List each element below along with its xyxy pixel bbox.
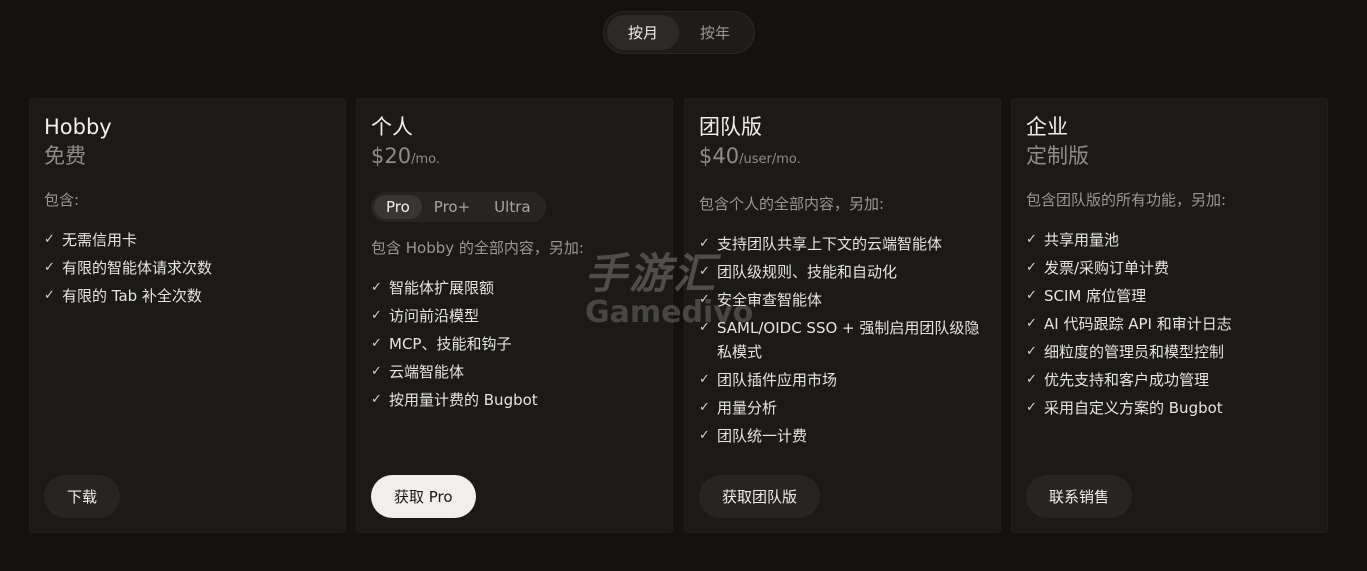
feature-item: ✓ MCP、技能和钩子	[371, 332, 658, 356]
check-icon: ✓	[699, 400, 710, 415]
feature-item: ✓ 支持团队共享上下文的云端智能体	[699, 232, 986, 256]
feature-item: ✓ 安全审查智能体	[699, 288, 986, 312]
feature-list: ✓ 支持团队共享上下文的云端智能体 ✓ 团队级规则、技能和自动化 ✓ 安全审查智能体 …	[699, 232, 986, 448]
check-icon: ✓	[699, 372, 710, 387]
plan-includes: 包含:	[44, 191, 80, 209]
feature-item: ✓ 智能体扩展限额	[371, 276, 658, 300]
feature-item: ✓ SAML/OIDC SSO + 强制启用团队级隐私模式	[699, 316, 986, 364]
billing-period-toggle: 按月 按年	[603, 11, 755, 54]
check-icon: ✓	[699, 292, 710, 307]
price-amount: $20	[371, 144, 412, 168]
plan-card-teams: 团队版 $40/user/mo. 包含个人的全部内容，另加: ✓ 支持团队共享上下…	[684, 98, 1001, 533]
plan-name: 企业	[1026, 115, 1068, 139]
plan-includes: 包含团队版的所有功能，另加:	[1026, 191, 1227, 209]
get-pro-button[interactable]: 获取 Pro	[371, 475, 476, 518]
check-icon: ✓	[371, 364, 382, 379]
price-unit: /mo.	[411, 152, 440, 167]
feature-item: ✓ 按用量计费的 Bugbot	[371, 388, 658, 412]
feature-item: ✓ 访问前沿模型	[371, 304, 658, 328]
plan-name: 个人	[371, 115, 413, 139]
tier-selector: Pro Pro+ Ultra	[371, 192, 546, 222]
check-icon: ✓	[371, 392, 382, 407]
feature-item: ✓ 团队插件应用市场	[699, 368, 986, 392]
feature-item: ✓ AI 代码跟踪 API 和审计日志	[1026, 312, 1313, 336]
feature-list: ✓ 共享用量池 ✓ 发票/采购订单计费 ✓ SCIM 席位管理 ✓ AI 代码跟踪 AP…	[1026, 228, 1313, 420]
check-icon: ✓	[1026, 232, 1037, 247]
feature-item: ✓ 优先支持和客户成功管理	[1026, 368, 1313, 392]
feature-item: ✓ 采用自定义方案的 Bugbot	[1026, 396, 1313, 420]
price-amount: 免费	[44, 144, 86, 168]
plan-card-hobby: Hobby 免费 包含: ✓ 无需信用卡 ✓ 有限的智能体请求次数 ✓ 有限的 Tab…	[29, 98, 346, 533]
check-icon: ✓	[699, 320, 710, 335]
feature-item: ✓ 云端智能体	[371, 360, 658, 384]
feature-list: ✓ 智能体扩展限额 ✓ 访问前沿模型 ✓ MCP、技能和钩子 ✓ 云端智能体 ✓ 按用量计…	[371, 276, 658, 412]
check-icon: ✓	[371, 336, 382, 351]
download-button[interactable]: 下载	[44, 475, 121, 518]
feature-item: ✓ 共享用量池	[1026, 228, 1313, 252]
check-icon: ✓	[699, 264, 710, 279]
feature-item: ✓ 团队统一计费	[699, 424, 986, 448]
check-icon: ✓	[371, 280, 382, 295]
check-icon: ✓	[44, 232, 55, 247]
price-unit: /user/mo.	[739, 152, 801, 167]
feature-item: ✓ 团队级规则、技能和自动化	[699, 260, 986, 284]
feature-item: ✓ 细粒度的管理员和模型控制	[1026, 340, 1313, 364]
check-icon: ✓	[1026, 400, 1037, 415]
plan-card-enterprise: 企业 定制版 包含团队版的所有功能，另加: ✓ 共享用量池 ✓ 发票/采购订单计费 …	[1011, 98, 1328, 533]
check-icon: ✓	[1026, 316, 1037, 331]
plan-includes: 包含个人的全部内容，另加:	[699, 195, 885, 213]
toggle-yearly[interactable]: 按年	[679, 15, 751, 50]
feature-item: ✓ 发票/采购订单计费	[1026, 256, 1313, 280]
check-icon: ✓	[1026, 372, 1037, 387]
feature-list: ✓ 无需信用卡 ✓ 有限的智能体请求次数 ✓ 有限的 Tab 补全次数	[44, 228, 331, 308]
tier-tab-pro-plus[interactable]: Pro+	[422, 195, 482, 219]
plan-includes: 包含 Hobby 的全部内容，另加:	[371, 239, 584, 257]
check-icon: ✓	[1026, 288, 1037, 303]
feature-item: ✓ 用量分析	[699, 396, 986, 420]
get-teams-button[interactable]: 获取团队版	[699, 475, 821, 518]
tier-tab-pro[interactable]: Pro	[374, 195, 422, 219]
plan-price: 免费	[44, 141, 331, 171]
check-icon: ✓	[44, 260, 55, 275]
check-icon: ✓	[371, 308, 382, 323]
check-icon: ✓	[699, 428, 710, 443]
feature-item: ✓ 有限的 Tab 补全次数	[44, 284, 331, 308]
plan-price: $40/user/mo.	[699, 141, 986, 175]
price-amount: 定制版	[1026, 144, 1089, 168]
plan-price: $20/mo.	[371, 141, 658, 175]
plan-card-individual: 个人 $20/mo. Pro Pro+ Ultra 包含 Hobby 的全部内容…	[356, 98, 673, 533]
feature-item: ✓ 有限的智能体请求次数	[44, 256, 331, 280]
contact-sales-button[interactable]: 联系销售	[1026, 475, 1133, 518]
feature-item: ✓ 无需信用卡	[44, 228, 331, 252]
check-icon: ✓	[44, 288, 55, 303]
price-amount: $40	[699, 144, 740, 168]
plan-name: 团队版	[699, 115, 762, 139]
check-icon: ✓	[1026, 260, 1037, 275]
check-icon: ✓	[699, 236, 710, 251]
check-icon: ✓	[1026, 344, 1037, 359]
plan-price: 定制版	[1026, 141, 1313, 171]
toggle-monthly[interactable]: 按月	[607, 15, 679, 50]
plan-name: Hobby	[44, 115, 112, 139]
feature-item: ✓ SCIM 席位管理	[1026, 284, 1313, 308]
tier-tab-ultra[interactable]: Ultra	[482, 195, 542, 219]
